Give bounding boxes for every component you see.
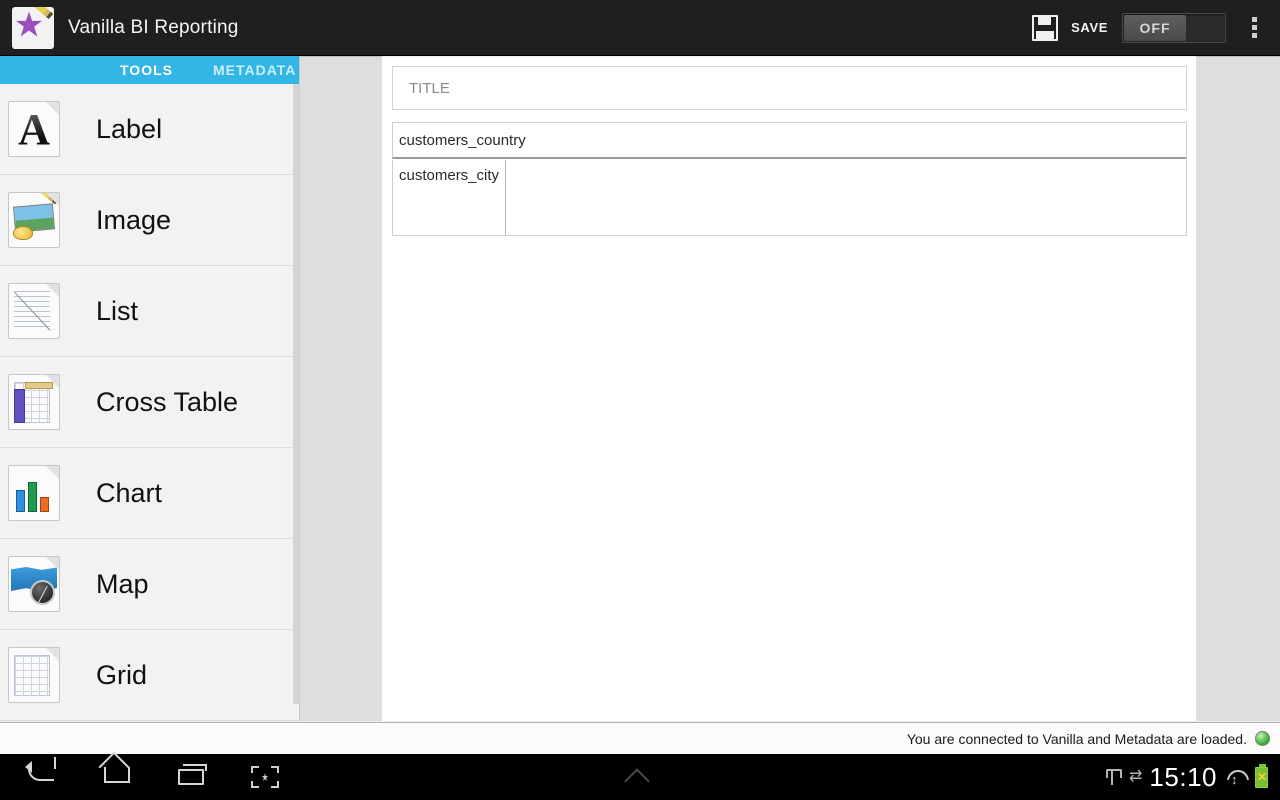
title-band[interactable]: TITLE [392, 66, 1187, 110]
preview-toggle[interactable]: OFF [1122, 12, 1226, 43]
detail-band[interactable]: customers_city [392, 160, 1187, 236]
back-icon[interactable] [22, 757, 66, 797]
tab-metadata[interactable]: METADATA [213, 62, 296, 78]
screenshot-icon[interactable] [244, 757, 288, 797]
tools-panel-scrollbar[interactable] [293, 84, 299, 704]
overflow-dot [1251, 17, 1257, 22]
palette-shape [13, 226, 33, 240]
toggle-thumb[interactable]: OFF [1124, 14, 1186, 41]
tool-list: A Label Image List Cross Table Chart Map… [0, 84, 299, 721]
tool-item-grid[interactable]: Grid [0, 630, 299, 721]
vanilla-app-icon [12, 6, 54, 49]
overflow-dot [1251, 25, 1257, 30]
battery-icon [1255, 763, 1268, 788]
label-tool-icon: A [8, 101, 60, 157]
wifi-icon [1226, 767, 1246, 787]
tool-item-chart[interactable]: Chart [0, 448, 299, 539]
app-title: Vanilla BI Reporting [68, 16, 239, 38]
detail-empty-area[interactable] [506, 160, 1186, 235]
tool-item-list[interactable]: List [0, 266, 299, 357]
tab-tools[interactable]: TOOLS [120, 62, 173, 78]
report-canvas[interactable]: TITLE customers_country customers_city [382, 57, 1196, 721]
action-bar: Vanilla BI Reporting SAVE OFF [0, 0, 1280, 56]
tools-panel: TOOLS METADATA A Label Image List Cross … [0, 56, 300, 721]
tool-item-label-text: Image [96, 204, 172, 235]
grid-tool-icon [8, 647, 60, 703]
tool-item-label-text: Cross Table [96, 386, 239, 417]
android-nav-bar: ⇄ 15:10 [0, 754, 1280, 800]
tool-item-label-text: Chart [96, 477, 163, 508]
group-band-customers-country[interactable]: customers_country [392, 122, 1187, 159]
chevron-up-icon[interactable] [620, 766, 660, 786]
app-screen: Vanilla BI Reporting SAVE OFF TOOLS META… [0, 0, 1280, 800]
recent-apps-icon[interactable] [170, 757, 214, 797]
list-tool-icon [8, 283, 60, 339]
usb-icon [1105, 767, 1123, 787]
status-message: You are connected to Vanilla and Metadat… [906, 730, 1247, 747]
pencil-shape [31, 193, 59, 205]
green-status-led [1255, 731, 1270, 746]
table-header-row [25, 382, 53, 389]
save-button[interactable]: SAVE [1071, 20, 1108, 35]
star-shape [16, 11, 42, 37]
cross-table-tool-icon [8, 374, 60, 430]
overflow-menu-icon[interactable] [1236, 0, 1272, 56]
tool-item-label-text: Label [96, 113, 163, 144]
table-header-col [14, 389, 25, 423]
home-icon[interactable] [96, 757, 140, 797]
tool-item-cross-table[interactable]: Cross Table [0, 357, 299, 448]
pencil-shape [28, 6, 54, 19]
tool-item-label-text: Map [96, 568, 149, 599]
clock: 15:10 [1149, 761, 1217, 792]
canvas-gutter-left [300, 56, 382, 721]
map-tool-icon [8, 556, 60, 612]
tool-item-map[interactable]: Map [0, 539, 299, 630]
floppy-shutter [1038, 15, 1052, 25]
detail-cell-customers-city[interactable]: customers_city [393, 160, 506, 235]
nav-buttons [0, 757, 288, 797]
tool-item-image[interactable]: Image [0, 175, 299, 266]
canvas-gutter-right [1196, 56, 1280, 721]
chart-tool-icon [8, 465, 60, 521]
table-grid [14, 655, 50, 696]
system-tray: ⇄ 15:10 [1105, 762, 1280, 793]
sync-icon: ⇄ [1129, 768, 1142, 785]
bar-chart-shape [16, 482, 49, 512]
compass-shape [30, 580, 55, 605]
tool-item-label-text: List [96, 295, 139, 326]
panel-tab-bar: TOOLS METADATA [0, 56, 299, 84]
tool-item-label-text: Grid [96, 659, 148, 690]
floppy-label [1036, 30, 1055, 39]
tool-item-label[interactable]: A Label [0, 84, 299, 175]
overflow-dot [1251, 33, 1257, 38]
image-tool-icon [8, 192, 60, 248]
status-bar: You are connected to Vanilla and Metadat… [0, 722, 1280, 754]
action-bar-actions: SAVE OFF [1032, 0, 1280, 55]
letter-a-glyph: A [9, 106, 59, 154]
floppy-disk-icon[interactable] [1032, 14, 1059, 41]
